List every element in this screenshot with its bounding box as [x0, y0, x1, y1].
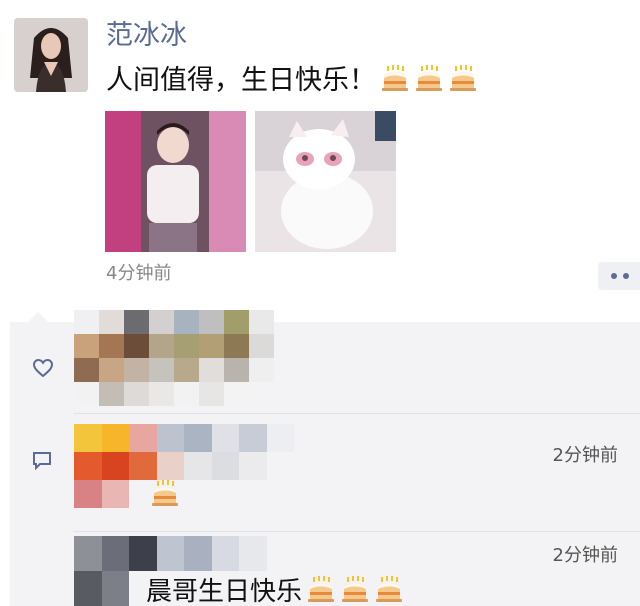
post-photo-cat[interactable]: [255, 111, 396, 252]
post-text: 人间值得，生日快乐！: [106, 62, 478, 100]
comment-text: 晨哥生日快乐: [146, 574, 404, 606]
dot-icon: [623, 273, 629, 279]
birthday-cake-icon: [380, 63, 410, 93]
birthday-cake-icon: [150, 478, 180, 508]
post-time: 4分钟前: [106, 263, 172, 284]
post-photo-childhood[interactable]: [105, 111, 246, 252]
liker-avatars-pixelated[interactable]: [74, 310, 274, 406]
comment-text-content: 晨哥生日快乐: [146, 577, 303, 606]
panel-caret: [28, 312, 48, 322]
more-actions-button[interactable]: [598, 262, 640, 290]
comment-time: 2分钟前: [552, 545, 618, 566]
post-text-content: 人间值得，生日快乐！: [106, 65, 376, 96]
dot-icon: [611, 273, 617, 279]
author-avatar[interactable]: [14, 18, 88, 92]
comment-icon: [33, 452, 51, 471]
birthday-cake-icon: [306, 574, 336, 604]
birthday-cake-icon: [340, 574, 370, 604]
commenter-avatar-pixelated[interactable]: [74, 424, 294, 508]
author-name[interactable]: 范冰冰: [106, 18, 187, 54]
moments-screen: 范冰冰 人间值得，生日快乐！ 4分钟前 2分钟前 2分钟前 晨哥生日快乐: [0, 0, 640, 606]
divider: [74, 413, 640, 414]
birthday-cake-icon: [414, 63, 444, 93]
comment-time: 2分钟前: [552, 445, 618, 466]
birthday-cake-icon: [374, 574, 404, 604]
heart-icon: [32, 358, 54, 378]
divider: [74, 531, 640, 532]
birthday-cake-icon: [448, 63, 478, 93]
